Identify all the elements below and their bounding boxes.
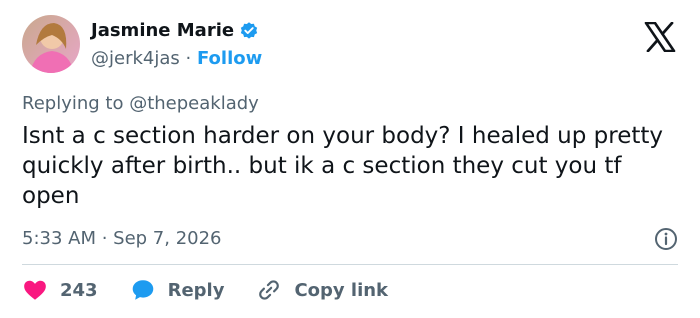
link-icon xyxy=(256,277,282,303)
x-logo-icon[interactable] xyxy=(644,21,676,53)
reply-label: Reply xyxy=(167,279,225,301)
follow-button[interactable]: Follow xyxy=(197,48,262,69)
heart-icon xyxy=(22,277,48,303)
replying-to-handle[interactable]: @thepeaklady xyxy=(129,93,259,114)
tweet-text: Isnt a c section harder on your body? I … xyxy=(22,123,664,209)
author-handle[interactable]: @jerk4jas xyxy=(91,48,180,69)
reply-button[interactable]: Reply xyxy=(130,277,225,303)
copy-link-button[interactable]: Copy link xyxy=(256,277,388,303)
reply-bubble-icon xyxy=(130,277,156,303)
like-count: 243 xyxy=(60,279,98,301)
replying-prefix: Replying to xyxy=(22,93,124,114)
handle-row: @jerk4jas · Follow xyxy=(91,48,262,69)
tweet-timestamp[interactable]: 5:33 AM · Sep 7, 2026 xyxy=(22,228,222,249)
separator-dot: · xyxy=(185,48,192,69)
info-icon[interactable] xyxy=(654,227,678,251)
copy-link-label: Copy link xyxy=(294,279,389,301)
replying-to-line: Replying to @thepeaklady xyxy=(22,93,259,114)
divider xyxy=(22,264,678,265)
author-name[interactable]: Jasmine Marie xyxy=(91,20,234,41)
like-button[interactable]: 243 xyxy=(22,277,98,303)
author-name-row: Jasmine Marie xyxy=(91,20,259,41)
verified-badge-icon xyxy=(239,21,259,41)
action-bar: 243 Reply Copy link xyxy=(22,276,420,304)
avatar[interactable] xyxy=(22,15,80,73)
